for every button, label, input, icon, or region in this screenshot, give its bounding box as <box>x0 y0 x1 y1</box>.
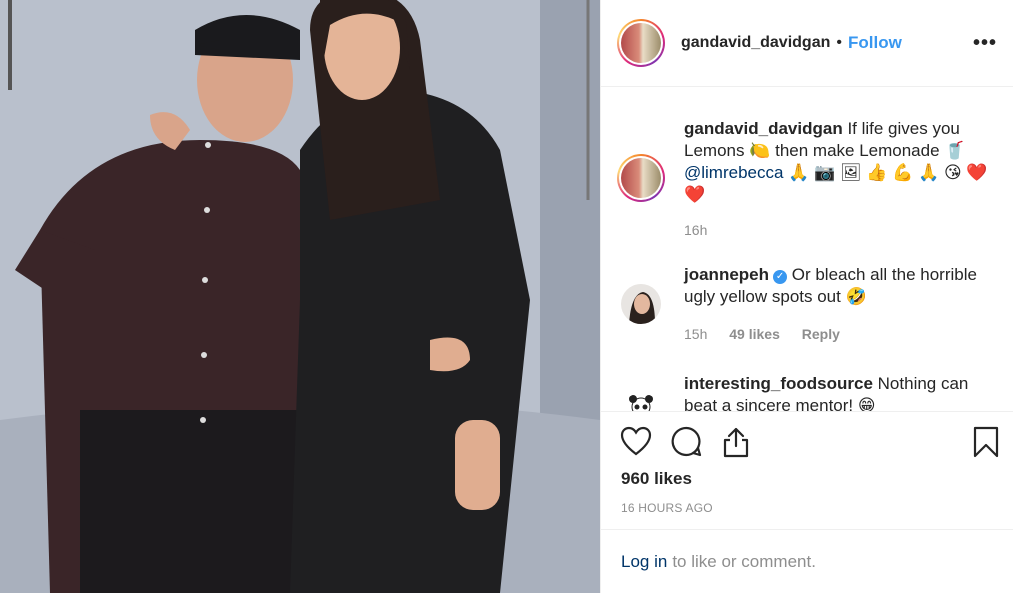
verified-badge-icon: ✓ <box>773 270 788 284</box>
caption-text-line2: Lemons 🍋 then make Lemonade 🥤 <box>684 141 966 160</box>
post-timestamp[interactable]: 16 HOURS AGO <box>621 501 713 515</box>
joannepeh-likes[interactable]: 49 likes <box>729 326 780 342</box>
panda-avatar-icon <box>621 393 661 411</box>
caption-avatar[interactable] <box>617 154 665 202</box>
follow-button[interactable]: Follow <box>848 33 902 53</box>
login-link[interactable]: Log in <box>621 552 667 572</box>
post-sidebar: gandavid_davidgan • Follow ••• gandavid_… <box>600 0 1013 593</box>
joannepeh-avatar[interactable] <box>621 284 661 324</box>
comment-icon[interactable] <box>671 426 702 457</box>
caption-text-line1: If life gives you <box>847 119 960 138</box>
likes-count[interactable]: 960 likes <box>621 469 692 489</box>
comments-list[interactable]: gandavid_davidgan If life gives you Lemo… <box>601 88 1013 411</box>
joannepeh-meta: 15h 49 likes Reply <box>684 326 858 342</box>
foodsource-username[interactable]: interesting_foodsource <box>684 374 873 393</box>
login-prompt: Log in to like or comment. <box>601 529 1013 593</box>
caption-emojis: 🙏 📷 🖼 👍 💪 🙏 😘 ❤️ <box>788 163 988 182</box>
caption-meta: 16h <box>684 222 725 238</box>
bookmark-icon[interactable] <box>973 426 999 458</box>
caption-emoji-line2: ❤️ <box>684 185 706 204</box>
joannepeh-username[interactable]: joannepeh <box>684 265 769 284</box>
heart-icon[interactable] <box>620 426 652 456</box>
login-prompt-text: to like or comment. <box>672 551 816 571</box>
post-photo-image <box>0 0 600 593</box>
caption-time[interactable]: 16h <box>684 222 707 238</box>
caption-username[interactable]: gandavid_davidgan <box>684 119 843 138</box>
post-header: gandavid_davidgan • Follow ••• <box>601 0 1013 87</box>
post-photo <box>0 0 600 593</box>
joannepeh-reply-button[interactable]: Reply <box>802 326 840 342</box>
joannepeh-avatar-image <box>621 284 661 324</box>
caption-mention[interactable]: @limrebecca <box>684 163 783 182</box>
share-icon[interactable] <box>721 426 751 458</box>
more-options-icon[interactable]: ••• <box>973 33 997 53</box>
post-actions: 960 likes 16 HOURS AGO <box>601 411 1013 529</box>
author-avatar[interactable] <box>617 19 665 67</box>
author-username[interactable]: gandavid_davidgan <box>681 34 830 52</box>
foodsource-avatar[interactable] <box>621 393 661 411</box>
separator-dot: • <box>836 34 842 51</box>
joannepeh-time[interactable]: 15h <box>684 326 707 342</box>
